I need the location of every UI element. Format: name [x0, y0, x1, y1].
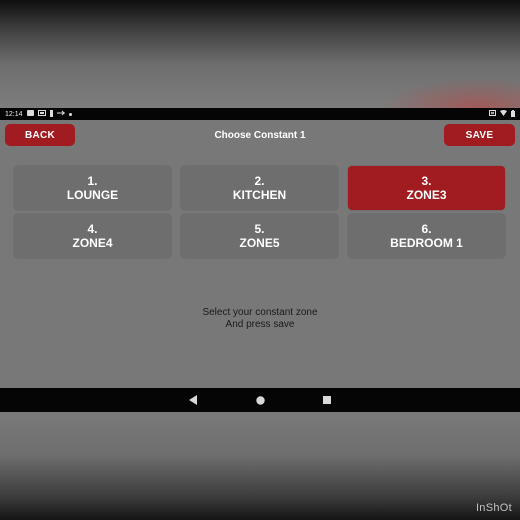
zone-number: 1. [87, 174, 98, 188]
blurred-bottom-background [0, 412, 520, 520]
zone-button-kitchen[interactable]: 2. KITCHEN [181, 166, 338, 210]
instructions-line-2: And press save [225, 319, 295, 330]
status-bar: 12:14 [0, 108, 520, 120]
zone-button-zone4[interactable]: 4. ZONE4 [14, 214, 171, 258]
instructions-text: Select your constant zone And press save [110, 307, 410, 331]
zone-number: 5. [254, 222, 265, 236]
status-bar-right [489, 109, 515, 119]
zone-number: 4. [87, 222, 98, 236]
page-title: Choose Constant 1 [214, 129, 306, 141]
zone-number: 6. [421, 222, 432, 236]
back-button[interactable]: BACK [5, 124, 75, 146]
battery-icon [511, 109, 515, 119]
wifi-icon [500, 110, 507, 118]
watermark-text: InShOt [475, 502, 512, 514]
gallery-icon [37, 110, 46, 118]
zone-number: 3. [421, 174, 432, 188]
zone-name: BEDROOM 1 [390, 236, 463, 250]
zone-button-lounge[interactable]: 1. LOUNGE [14, 166, 171, 210]
zone-grid: 1. LOUNGE 2. KITCHEN 3. ZONE3 4. ZONE4 5… [14, 166, 506, 258]
home-circle-icon[interactable] [254, 394, 266, 406]
recents-square-icon[interactable] [321, 394, 333, 406]
status-time: 12:14 [5, 110, 23, 118]
zone-number: 2. [254, 174, 265, 188]
dot-icon [68, 111, 72, 118]
zone-name: ZONE4 [72, 236, 113, 250]
back-triangle-icon[interactable] [187, 394, 199, 406]
android-nav-bar [0, 388, 520, 412]
save-button[interactable]: SAVE [444, 124, 515, 146]
instructions-line-1: Select your constant zone [202, 307, 318, 318]
zone-name: KITCHEN [232, 188, 287, 202]
zone-button-bedroom-1[interactable]: 6. BEDROOM 1 [348, 214, 505, 258]
zone-button-zone5[interactable]: 5. ZONE5 [181, 214, 338, 258]
zone-name: ZONE3 [406, 188, 447, 202]
zone-button-zone3[interactable]: 3. ZONE3 [348, 166, 505, 210]
battery-saver-icon [49, 109, 53, 119]
screen-frame: 12:14 BACK Choose Constant 1 SAVE 1. LOU… [0, 0, 520, 520]
zone-name: LOUNGE [66, 188, 119, 202]
zone-name: ZONE5 [239, 236, 280, 250]
usb-icon [56, 110, 65, 118]
app-screen: BACK Choose Constant 1 SAVE 1. LOUNGE 2.… [0, 120, 520, 388]
blurred-top-background [0, 0, 520, 108]
sim-icon [489, 110, 496, 118]
notification-icon [26, 110, 34, 118]
status-bar-left: 12:14 [5, 109, 72, 119]
